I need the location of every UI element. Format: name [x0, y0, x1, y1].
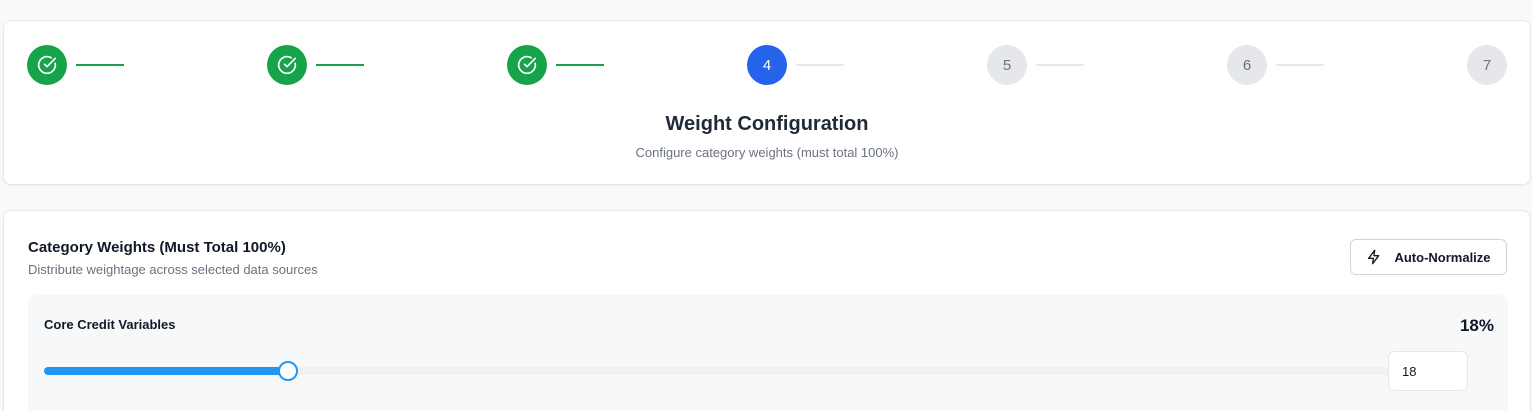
step-2-complete[interactable]: [267, 45, 307, 85]
category-weights-card: Category Weights (Must Total 100%) Distr…: [3, 210, 1531, 411]
auto-normalize-button[interactable]: Auto-Normalize: [1350, 239, 1507, 275]
auto-normalize-label: Auto-Normalize: [1394, 249, 1491, 265]
step-5[interactable]: 5: [987, 45, 1027, 85]
step-title: Weight Configuration: [665, 113, 869, 135]
step-4-active[interactable]: 4: [747, 45, 787, 85]
step-1-complete[interactable]: [27, 45, 67, 85]
step-connector: [76, 64, 124, 66]
step-connector: [316, 64, 364, 66]
step-number: 7: [1482, 56, 1492, 74]
check-circle-icon: [517, 55, 537, 75]
step-6[interactable]: 6: [1227, 45, 1267, 85]
weight-item-label: Core Credit Variables: [44, 317, 176, 332]
weight-percent: 18%: [1459, 316, 1494, 335]
slider-thumb[interactable]: [278, 361, 299, 381]
weight-slider[interactable]: [44, 361, 1400, 381]
step-number: 5: [1002, 56, 1012, 74]
stepper-card: 4 5 6 7 Weight Configuration Configure c…: [3, 20, 1531, 185]
step-number: 4: [762, 56, 772, 74]
section-subtitle: Distribute weightage across selected dat…: [28, 262, 318, 277]
section-title: Category Weights (Must Total 100%): [28, 239, 286, 256]
lightning-bolt-icon: [1368, 249, 1380, 265]
step-connector: [1036, 64, 1084, 66]
step-7[interactable]: 7: [1467, 45, 1507, 85]
step-subtitle: Configure category weights (must total 1…: [635, 145, 899, 160]
step-number: 6: [1242, 56, 1252, 74]
step-connector: [1276, 64, 1324, 66]
step-3-complete[interactable]: [507, 45, 547, 85]
step-connector: [796, 64, 844, 66]
weight-value-input[interactable]: [1388, 351, 1468, 391]
step-connector: [556, 64, 604, 66]
check-circle-icon: [277, 55, 297, 75]
slider-fill: [44, 367, 289, 375]
weight-item-panel: Core Credit Variables 18%: [28, 295, 1508, 411]
check-circle-icon: [37, 55, 57, 75]
